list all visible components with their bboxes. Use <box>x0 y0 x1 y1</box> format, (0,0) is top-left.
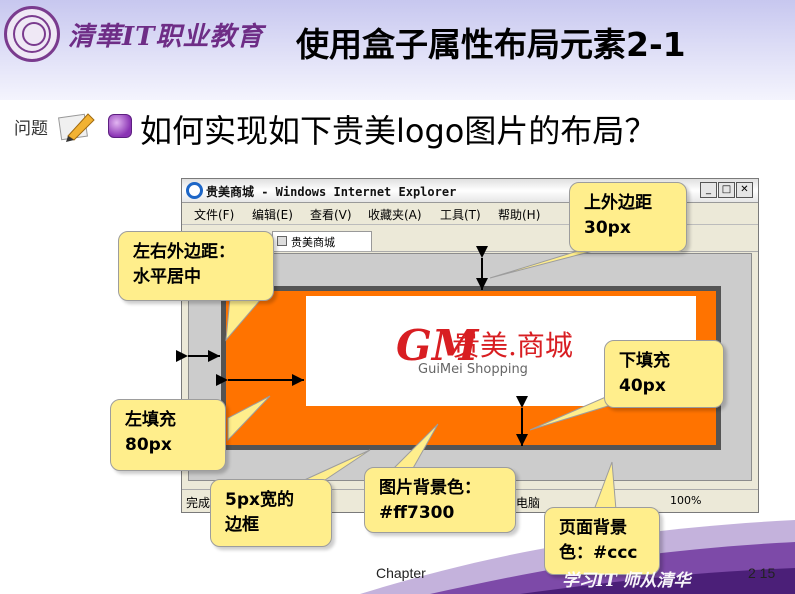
tab-label: 贵美商城 <box>291 236 335 249</box>
callout-lr-margin: 左右外边距： 水平居中 <box>118 231 274 301</box>
footer-chapter: Chapter <box>376 565 426 581</box>
menu-view[interactable]: 查看(V) <box>310 206 352 223</box>
menu-help[interactable]: 帮助(H) <box>498 206 540 223</box>
menu-edit[interactable]: 编辑(E) <box>252 206 293 223</box>
window-title: 贵美商城 - Windows Internet Explorer <box>206 185 457 199</box>
menu-file[interactable]: 文件(F) <box>194 206 234 223</box>
callout-left-padding: 左填充 80px <box>110 399 226 471</box>
pencil-icon <box>58 113 95 142</box>
menu-tools[interactable]: 工具(T) <box>440 206 481 223</box>
menu-favorites[interactable]: 收藏夹(A) <box>368 206 422 223</box>
logo-cn-text: 贵美.商城 <box>452 329 573 362</box>
page-icon <box>277 236 287 246</box>
seal-inner-ring <box>22 22 46 46</box>
minimize-button[interactable]: _ <box>700 182 717 198</box>
school-name: 清華IT职业教育 <box>68 22 264 52</box>
bullet-icon <box>108 114 132 138</box>
callout-top-margin: 上外边距 30px <box>569 182 687 252</box>
logo-en-text: GuiMei Shopping <box>418 362 528 377</box>
callout-image-background: 图片背景色： #ff7300 <box>364 467 516 533</box>
question-label: 问题 <box>14 119 48 139</box>
question-text: 如何实现如下贵美logo图片的布局？ <box>140 112 657 150</box>
callout-bottom-padding: 下填充 40px <box>604 340 724 408</box>
page-number: 2 15 <box>748 565 776 581</box>
ie-icon <box>186 182 203 199</box>
callout-border: 5px宽的 边框 <box>210 479 332 547</box>
status-text: 完成 <box>186 496 211 510</box>
maximize-button[interactable]: □ <box>718 182 735 198</box>
status-zone: 电脑 <box>516 496 541 510</box>
footer-slogan: 学习IT 师从清华 <box>562 571 691 591</box>
close-button[interactable]: ✕ <box>736 182 753 198</box>
tab-guimei[interactable]: 贵美商城 <box>272 231 372 251</box>
callout-page-background: 页面背景 色：#ccc <box>544 507 660 575</box>
zoom-control[interactable]: 100% <box>670 494 701 507</box>
question-icon: 问题 <box>4 108 100 142</box>
slide-title: 使用盒子属性布局元素2-1 <box>296 25 686 64</box>
